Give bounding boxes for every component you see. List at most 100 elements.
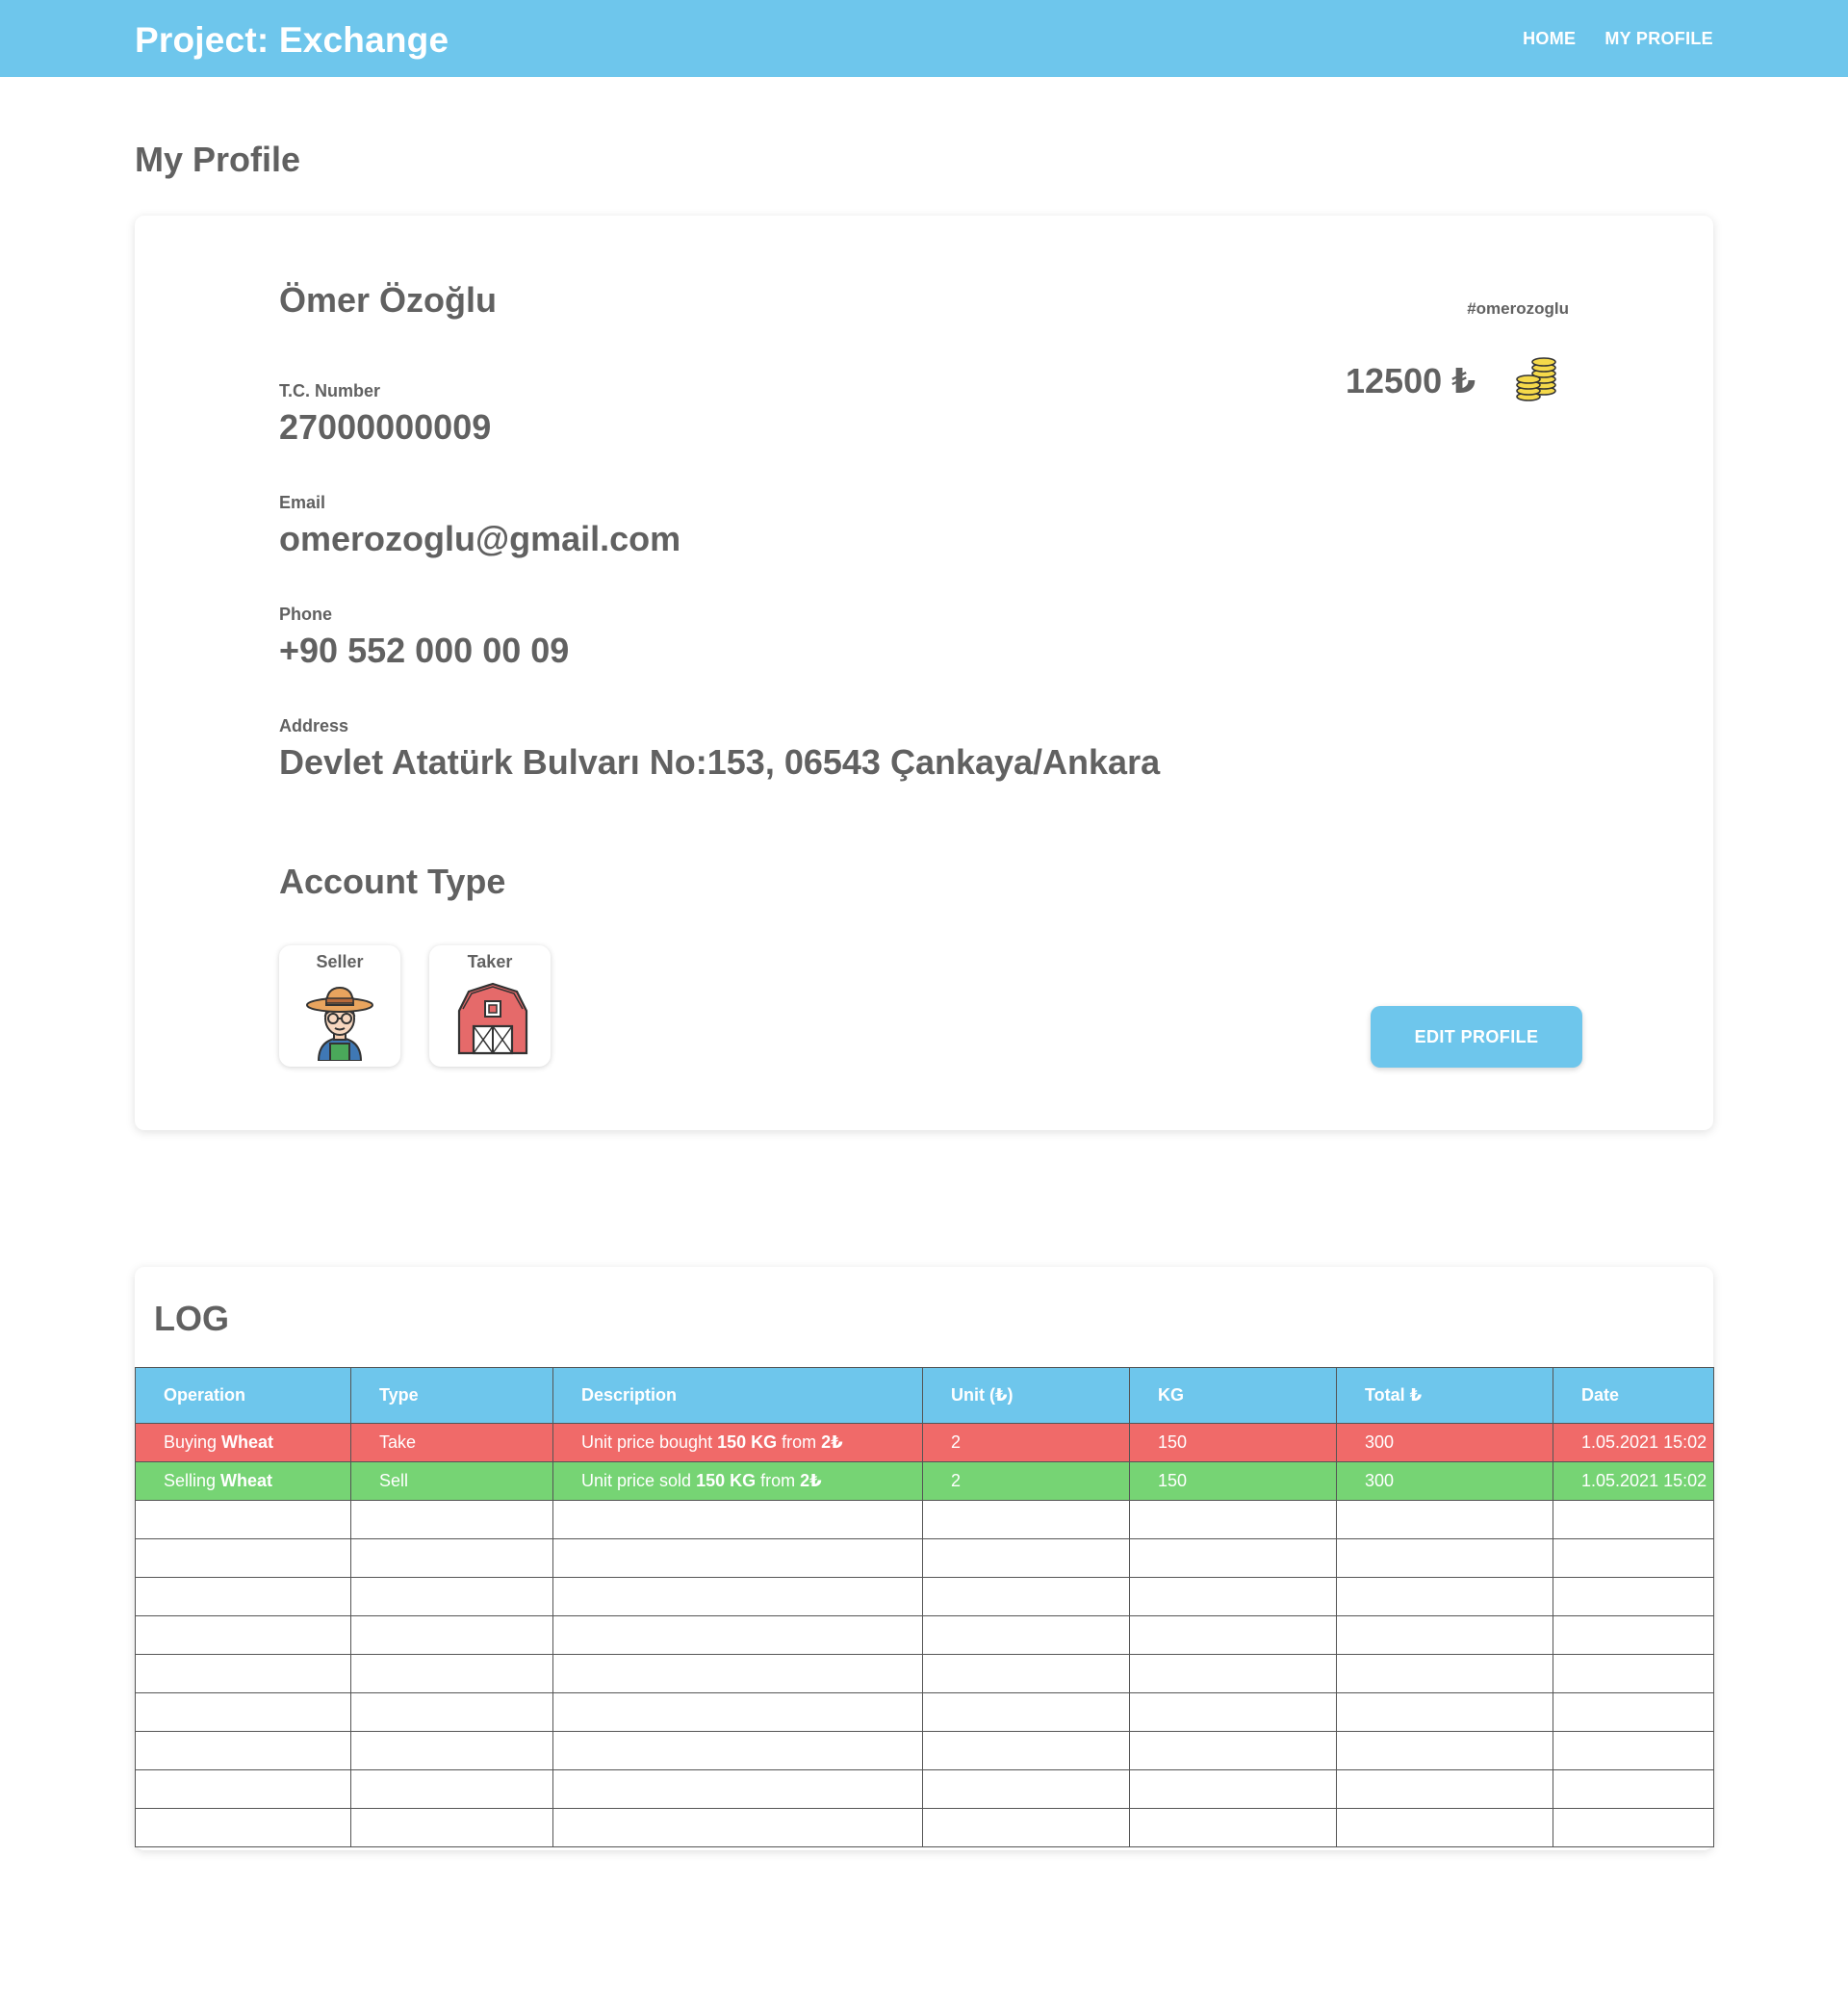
brand-title[interactable]: Project: Exchange [135, 17, 449, 64]
empty-cell [135, 1615, 351, 1655]
address-value: Devlet Atatürk Bulvarı No:153, 06543 Çan… [279, 742, 1161, 782]
empty-cell [350, 1615, 553, 1655]
empty-cell [1336, 1692, 1553, 1732]
empty-cell [552, 1731, 923, 1770]
empty-table-row [135, 1500, 1714, 1539]
col-description-header[interactable]: Description [552, 1367, 923, 1424]
empty-cell [922, 1577, 1130, 1616]
empty-cell [350, 1692, 553, 1732]
empty-cell [135, 1692, 351, 1732]
empty-cell [552, 1808, 923, 1847]
col-kg-header[interactable]: KG [1129, 1367, 1337, 1424]
phone-label: Phone [279, 605, 333, 624]
type-cell: Sell [350, 1461, 553, 1501]
empty-cell [1336, 1808, 1553, 1847]
coins-icon [1516, 357, 1556, 401]
empty-cell [350, 1808, 553, 1847]
email-label: Email [279, 493, 326, 512]
empty-cell [552, 1538, 923, 1578]
empty-cell [1129, 1769, 1337, 1809]
col-date-header[interactable]: Date [1553, 1367, 1714, 1424]
empty-cell [350, 1538, 553, 1578]
empty-cell [1553, 1654, 1714, 1693]
date-cell: 1.05.2021 15:02 [1553, 1423, 1714, 1462]
empty-cell [922, 1692, 1130, 1732]
empty-cell [922, 1654, 1130, 1693]
empty-table-row [135, 1692, 1714, 1732]
empty-cell [1336, 1538, 1553, 1578]
empty-cell [350, 1654, 553, 1693]
address-label: Address [279, 716, 349, 735]
empty-table-row [135, 1654, 1714, 1693]
empty-cell [922, 1808, 1130, 1847]
empty-cell [922, 1769, 1130, 1809]
email-value: omerozoglu@gmail.com [279, 519, 681, 558]
nav-home-link[interactable]: HOME [1523, 27, 1576, 50]
empty-cell [1336, 1654, 1553, 1693]
nav-my-profile-link[interactable]: MY PROFILE [1604, 27, 1713, 50]
empty-cell [350, 1731, 553, 1770]
unit-cell: 2 [922, 1423, 1130, 1462]
table-row[interactable]: Buying Wheat Take Unit price bought 150 … [135, 1423, 1714, 1462]
top-navbar: Project: Exchange HOME MY PROFILE [0, 0, 1848, 77]
empty-cell [1553, 1577, 1714, 1616]
log-title: LOG [154, 1299, 229, 1338]
empty-cell [135, 1654, 351, 1693]
empty-cell [922, 1538, 1130, 1578]
empty-cell [1129, 1731, 1337, 1770]
empty-table-row [135, 1808, 1714, 1847]
col-type-header[interactable]: Type [350, 1367, 553, 1424]
empty-cell [135, 1769, 351, 1809]
empty-cell [1129, 1538, 1337, 1578]
operation-cell: Buying Wheat [135, 1423, 351, 1462]
empty-cell [1129, 1654, 1337, 1693]
empty-cell [350, 1577, 553, 1616]
profile-card: Ömer Özoğlu T.C. Number 27000000009 Emai… [135, 216, 1713, 1130]
page-title: My Profile [135, 140, 301, 179]
tc-number-value: 27000000009 [279, 407, 492, 447]
farmer-icon [306, 986, 373, 1061]
empty-cell [135, 1808, 351, 1847]
empty-cell [552, 1692, 923, 1732]
empty-cell [1336, 1769, 1553, 1809]
empty-cell [1129, 1808, 1337, 1847]
phone-value: +90 552 000 00 09 [279, 631, 570, 670]
col-operation-header[interactable]: Operation [135, 1367, 351, 1424]
empty-cell [1553, 1808, 1714, 1847]
empty-cell [1336, 1577, 1553, 1616]
table-row[interactable]: Selling Wheat Sell Unit price sold 150 K… [135, 1461, 1714, 1501]
empty-cell [1553, 1500, 1714, 1539]
taker-label: Taker [467, 952, 513, 971]
empty-cell [135, 1538, 351, 1578]
date-cell: 1.05.2021 15:02 [1553, 1461, 1714, 1501]
empty-cell [1336, 1731, 1553, 1770]
col-total-header[interactable]: Total ₺ [1336, 1367, 1553, 1424]
account-type-seller[interactable]: Seller [279, 945, 400, 1067]
empty-cell [135, 1577, 351, 1616]
empty-cell [1129, 1692, 1337, 1732]
account-type-taker[interactable]: Taker [429, 945, 551, 1067]
total-cell: 300 [1336, 1461, 1553, 1501]
empty-cell [922, 1615, 1130, 1655]
empty-cell [922, 1500, 1130, 1539]
empty-cell [1553, 1769, 1714, 1809]
empty-cell [552, 1615, 923, 1655]
col-unit-header[interactable]: Unit (₺) [922, 1367, 1130, 1424]
empty-cell [350, 1769, 553, 1809]
total-cell: 300 [1336, 1423, 1553, 1462]
empty-cell [552, 1654, 923, 1693]
log-header-row: Operation Type Description Unit (₺) KG T… [135, 1367, 1714, 1424]
empty-cell [1553, 1692, 1714, 1732]
profile-full-name: Ömer Özoğlu [279, 280, 498, 320]
description-cell: Unit price sold 150 KG from 2₺ [552, 1461, 923, 1501]
empty-cell [1553, 1538, 1714, 1578]
account-type-title: Account Type [279, 862, 506, 901]
empty-cell [1129, 1577, 1337, 1616]
edit-profile-button[interactable]: EDIT PROFILE [1371, 1006, 1582, 1068]
kg-cell: 150 [1129, 1461, 1337, 1501]
description-cell: Unit price bought 150 KG from 2₺ [552, 1423, 923, 1462]
empty-cell [135, 1731, 351, 1770]
seller-label: Seller [316, 952, 364, 971]
empty-rows [135, 1500, 1714, 1847]
empty-table-row [135, 1577, 1714, 1616]
